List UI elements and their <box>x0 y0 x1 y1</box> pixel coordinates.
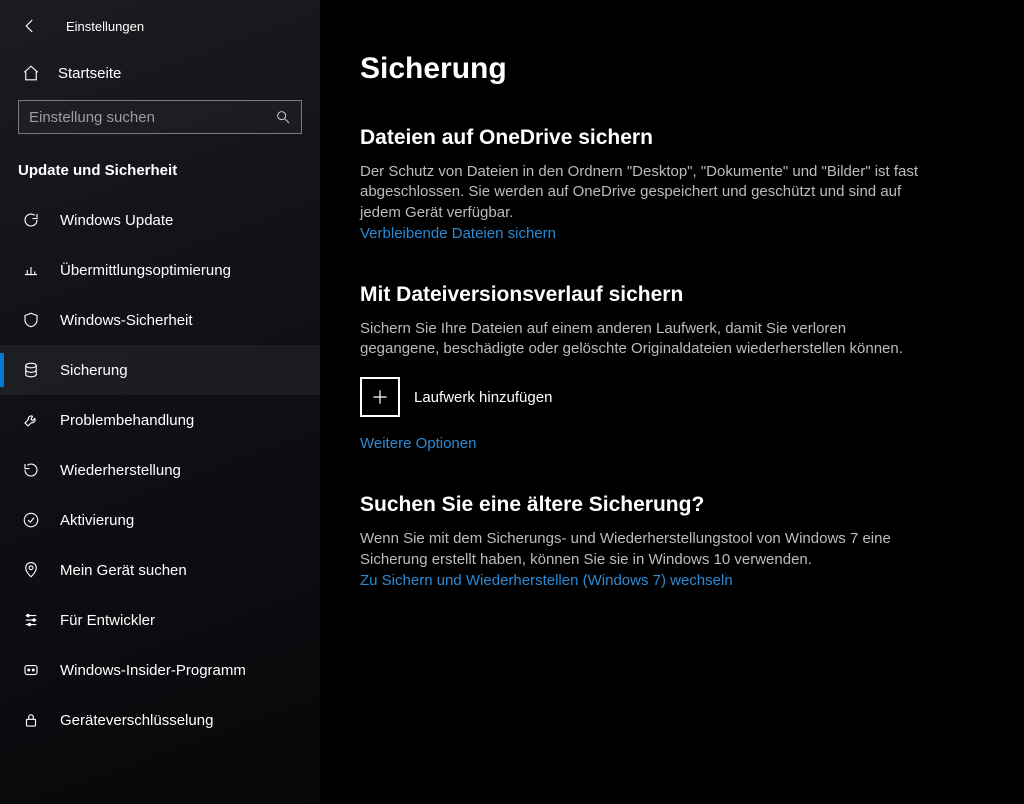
sidebar-item-windows-insider[interactable]: Windows-Insider-Programm <box>0 645 320 695</box>
sidebar-item-label: Aktivierung <box>60 512 134 529</box>
sidebar-item-for-developers[interactable]: Für Entwickler <box>0 595 320 645</box>
section-body: Der Schutz von Dateien in den Ordnern "D… <box>360 162 920 223</box>
section-legacy-backup: Suchen Sie eine ältere Sicherung? Wenn S… <box>360 493 920 590</box>
shield-icon <box>22 311 40 329</box>
backup-icon <box>22 361 40 379</box>
insider-icon <box>22 661 40 679</box>
section-onedrive: Dateien auf OneDrive sichern Der Schutz … <box>360 126 920 243</box>
section-file-history: Mit Dateiversionsverlauf sichern Sichern… <box>360 283 920 454</box>
sidebar-item-troubleshoot[interactable]: Problembehandlung <box>0 395 320 445</box>
back-button[interactable] <box>18 14 42 38</box>
sidebar-item-activation[interactable]: Aktivierung <box>0 495 320 545</box>
sidebar-item-device-encryption[interactable]: Geräteverschlüsselung <box>0 695 320 745</box>
sliders-icon <box>22 611 40 629</box>
section-body: Wenn Sie mit dem Sicherungs- und Wiederh… <box>360 529 920 570</box>
titlebar: Einstellungen <box>0 8 320 48</box>
sidebar: Einstellungen Startseite Update und Sich… <box>0 0 320 804</box>
section-label: Update und Sicherheit <box>0 152 320 195</box>
sidebar-item-find-my-device[interactable]: Mein Gerät suchen <box>0 545 320 595</box>
sidebar-item-recovery[interactable]: Wiederherstellung <box>0 445 320 495</box>
location-icon <box>22 561 40 579</box>
search-box[interactable] <box>18 100 302 134</box>
lock-icon <box>22 711 40 729</box>
main-content: Sicherung Dateien auf OneDrive sichern D… <box>320 0 1024 804</box>
app-title: Einstellungen <box>66 19 144 34</box>
home-label: Startseite <box>58 65 121 82</box>
sidebar-item-label: Windows-Insider-Programm <box>60 662 246 679</box>
check-circle-icon <box>22 511 40 529</box>
link-more-options[interactable]: Weitere Optionen <box>360 435 476 452</box>
recovery-icon <box>22 461 40 479</box>
section-heading: Suchen Sie eine ältere Sicherung? <box>360 493 920 517</box>
link-backup-remaining[interactable]: Verbleibende Dateien sichern <box>360 225 556 242</box>
refresh-icon <box>22 211 40 229</box>
nav-list: Windows Update Übermittlungsoptimierung … <box>0 195 320 745</box>
sidebar-item-delivery-optimization[interactable]: Übermittlungsoptimierung <box>0 245 320 295</box>
page-title: Sicherung <box>360 52 1024 86</box>
optimization-icon <box>22 261 40 279</box>
section-heading: Dateien auf OneDrive sichern <box>360 126 920 150</box>
sidebar-item-label: Übermittlungsoptimierung <box>60 262 231 279</box>
wrench-icon <box>22 411 40 429</box>
search-input[interactable] <box>29 109 275 126</box>
sidebar-item-label: Geräteverschlüsselung <box>60 712 213 729</box>
sidebar-item-label: Für Entwickler <box>60 612 155 629</box>
plus-icon <box>360 377 400 417</box>
sidebar-item-label: Windows-Sicherheit <box>60 312 193 329</box>
sidebar-item-label: Problembehandlung <box>60 412 194 429</box>
sidebar-item-label: Wiederherstellung <box>60 462 181 479</box>
sidebar-item-label: Mein Gerät suchen <box>60 562 187 579</box>
home-icon <box>22 64 40 82</box>
search-icon <box>275 109 291 125</box>
sidebar-item-label: Sicherung <box>60 362 128 379</box>
sidebar-item-label: Windows Update <box>60 212 173 229</box>
add-drive-button[interactable]: Laufwerk hinzufügen <box>360 377 920 417</box>
home-button[interactable]: Startseite <box>0 48 320 100</box>
sidebar-item-windows-update[interactable]: Windows Update <box>0 195 320 245</box>
link-windows7-backup[interactable]: Zu Sichern und Wiederherstellen (Windows… <box>360 572 733 589</box>
section-body: Sichern Sie Ihre Dateien auf einem ander… <box>360 319 920 360</box>
add-drive-label: Laufwerk hinzufügen <box>414 389 552 406</box>
section-heading: Mit Dateiversionsverlauf sichern <box>360 283 920 307</box>
sidebar-item-backup[interactable]: Sicherung <box>0 345 320 395</box>
sidebar-item-windows-security[interactable]: Windows-Sicherheit <box>0 295 320 345</box>
